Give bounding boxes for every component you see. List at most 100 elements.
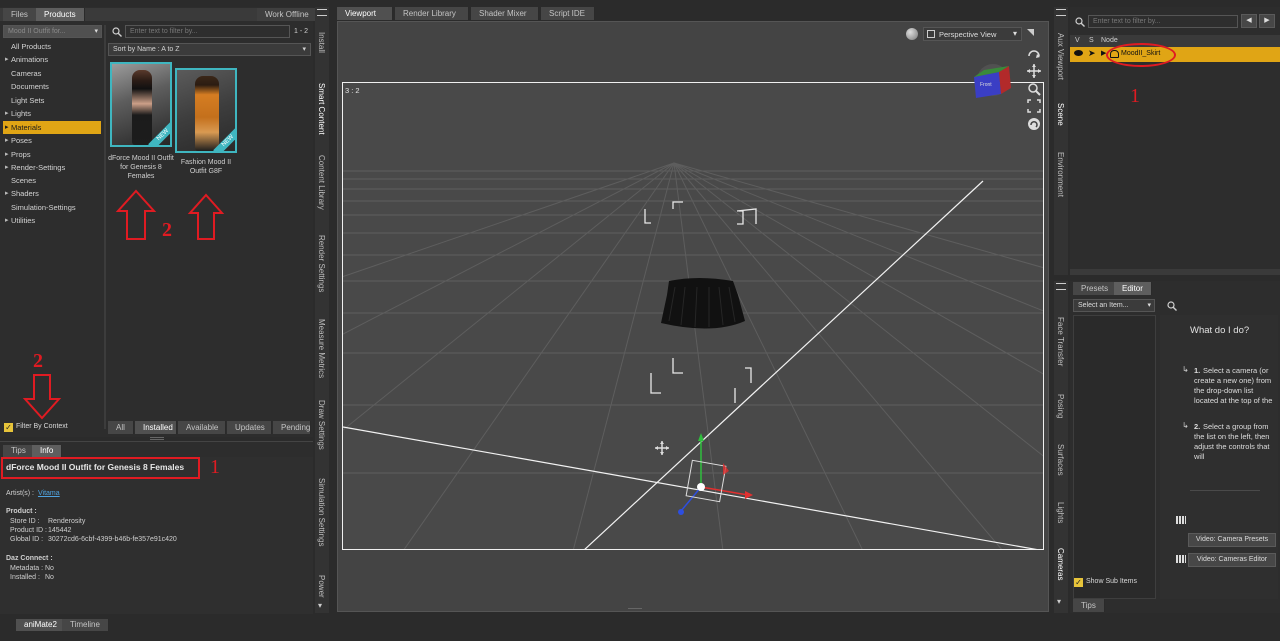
category-item[interactable]: Simulation-Settings [3,201,101,214]
divider [1190,490,1260,491]
tab-surfaces[interactable]: Surfaces [1056,444,1065,476]
tab-measure-metrics[interactable]: Measure Metrics [317,319,326,378]
category-item[interactable]: Documents [3,80,101,93]
tab-draw-settings[interactable]: Draw Settings [317,400,326,450]
chevron-down-icon: ▾ [1147,302,1151,309]
annotation-number-1: 1 [210,456,220,478]
pan-icon[interactable] [1027,64,1041,78]
tab-script-ide[interactable]: Script IDE [541,7,595,20]
orbit-icon[interactable] [1027,47,1041,61]
dropdown-value: Mood II Outfit for... [8,28,66,35]
category-item[interactable]: Poses [3,134,101,147]
annotation-number-1: 1 [1130,85,1140,107]
scroll-down-icon[interactable]: ▾ [318,601,322,610]
category-item[interactable]: Utilities [3,214,101,227]
tab-editor[interactable]: Editor [1114,282,1152,295]
panel-menu-icon[interactable] [1056,9,1066,16]
show-sub-items-checkbox[interactable]: ✓ Show Sub Items [1074,578,1164,588]
category-item[interactable]: All Products [3,40,101,53]
transform-gizmo[interactable] [663,433,753,523]
navigation-cube[interactable]: Front [971,62,1013,104]
category-item[interactable]: Render-Settings [3,161,101,174]
tab-render-library[interactable]: Render Library [395,7,469,20]
tab-pending[interactable]: Pending [273,421,311,434]
tab-installed[interactable]: Installed [135,421,177,434]
group-list[interactable] [1073,315,1156,599]
category-item[interactable]: Cameras [3,67,101,80]
tab-face-transfer[interactable]: Face Transfer [1056,317,1065,366]
panel-menu-icon[interactable] [317,9,327,16]
tab-files[interactable]: Files [3,8,37,21]
tab-tips-editor[interactable]: Tips [1073,599,1105,612]
tab-simulation-settings[interactable]: Simulation Settings [317,478,326,546]
vertical-divider[interactable] [104,25,106,429]
category-item[interactable]: Lights [3,107,101,120]
tab-tips[interactable]: Tips [3,445,35,457]
view-mode-dropdown[interactable]: Perspective View ▾ [923,27,1022,41]
category-item[interactable]: Shaders [3,187,101,200]
figure-silhouette [195,76,219,151]
splitter[interactable] [150,437,164,440]
tab-smart-content[interactable]: Smart Content [317,83,326,135]
search-icon [112,27,122,37]
product-heading: Product : [6,508,37,515]
tab-available[interactable]: Available [178,421,226,434]
nav-forward-button[interactable]: ▶ [1259,14,1275,28]
tab-updates[interactable]: Updates [227,421,272,434]
sort-value: Sort by Name : A to Z [113,46,180,53]
product-filter-input[interactable]: Enter text to filter by... [125,25,290,38]
filter-by-context-checkbox[interactable]: ✓ Filter By Context [4,423,94,433]
video-cameras-editor-button[interactable]: Video: Cameras Editor [1188,553,1276,567]
category-item[interactable]: Animations [3,53,101,66]
tab-power[interactable]: Power [317,575,326,598]
view-options-icon[interactable] [906,28,918,40]
tab-all[interactable]: All [108,421,134,434]
annotation-number-2: 2 [162,219,172,241]
tab-render-settings[interactable]: Render Settings [317,235,326,292]
sort-dropdown[interactable]: Sort by Name : A to Z ▾ [108,43,311,56]
tab-products[interactable]: Products [36,8,85,21]
product-card[interactable]: NEW dForce Mood II Outfit for Genesis 8 … [108,62,174,184]
chevron-down-icon: ▾ [1012,29,1017,38]
tab-timeline[interactable]: Timeline [62,619,109,631]
product-card[interactable]: NEW Fashion Mood II Outfit G8F [175,68,237,180]
panel-menu-icon[interactable] [1056,283,1066,290]
category-item[interactable]: Light Sets [3,94,101,107]
tab-install[interactable]: Install [317,32,326,53]
scroll-down-icon[interactable]: ▾ [1057,597,1061,606]
select-item-dropdown[interactable]: Select an Item... ▾ [1073,299,1155,312]
category-item[interactable]: Props [3,148,101,161]
tab-posing[interactable]: Posing [1056,394,1065,418]
video-camera-presets-button[interactable]: Video: Camera Presets [1188,533,1276,547]
tab-animate2[interactable]: aniMate2 [16,619,66,631]
zoom-icon[interactable] [1027,82,1041,96]
tab-environment[interactable]: Environment [1056,152,1065,197]
cursor-icon[interactable]: ➤ [1088,48,1096,59]
search-icon[interactable] [1167,301,1177,311]
reset-view-icon[interactable] [1027,117,1041,131]
tab-shader-mixer[interactable]: Shader Mixer [471,7,539,20]
artist-link[interactable]: Vitama [38,490,60,497]
tab-aux-viewport[interactable]: Aux Viewport [1056,33,1065,80]
tab-lights[interactable]: Lights [1056,502,1065,523]
nav-back-button[interactable]: ◀ [1241,14,1257,28]
tab-content-library[interactable]: Content Library [317,155,326,210]
scene-filter-input[interactable]: Enter text to filter by... [1088,15,1238,28]
tab-scene[interactable]: Scene [1056,103,1065,126]
viewport-area[interactable]: Perspective View ▾ 3 : 2 Front [337,21,1049,612]
bottom-tab-bar: aniMate2 Timeline [0,617,1280,641]
tab-viewport[interactable]: Viewport [337,7,393,20]
work-offline-button[interactable]: Work Offline [257,8,318,21]
viewport-menu-icon[interactable] [1026,28,1035,37]
tab-presets[interactable]: Presets [1073,282,1118,295]
eye-icon[interactable] [1074,50,1083,56]
tab-cameras[interactable]: Cameras [1056,548,1065,580]
category-item-materials[interactable]: Materials [3,121,101,134]
tab-info[interactable]: Info [32,445,63,457]
product-dropdown[interactable]: Mood II Outfit for... ▾ [3,25,102,38]
category-item[interactable]: Scenes [3,174,101,187]
viewport-splitter[interactable] [628,608,642,611]
frame-icon[interactable] [1027,99,1041,113]
right-vertical-tabs-top: Aux Viewport Scene Environment [1054,7,1068,275]
info-panel: Tips Info dForce Mood II Outfit for Gene… [0,437,313,614]
